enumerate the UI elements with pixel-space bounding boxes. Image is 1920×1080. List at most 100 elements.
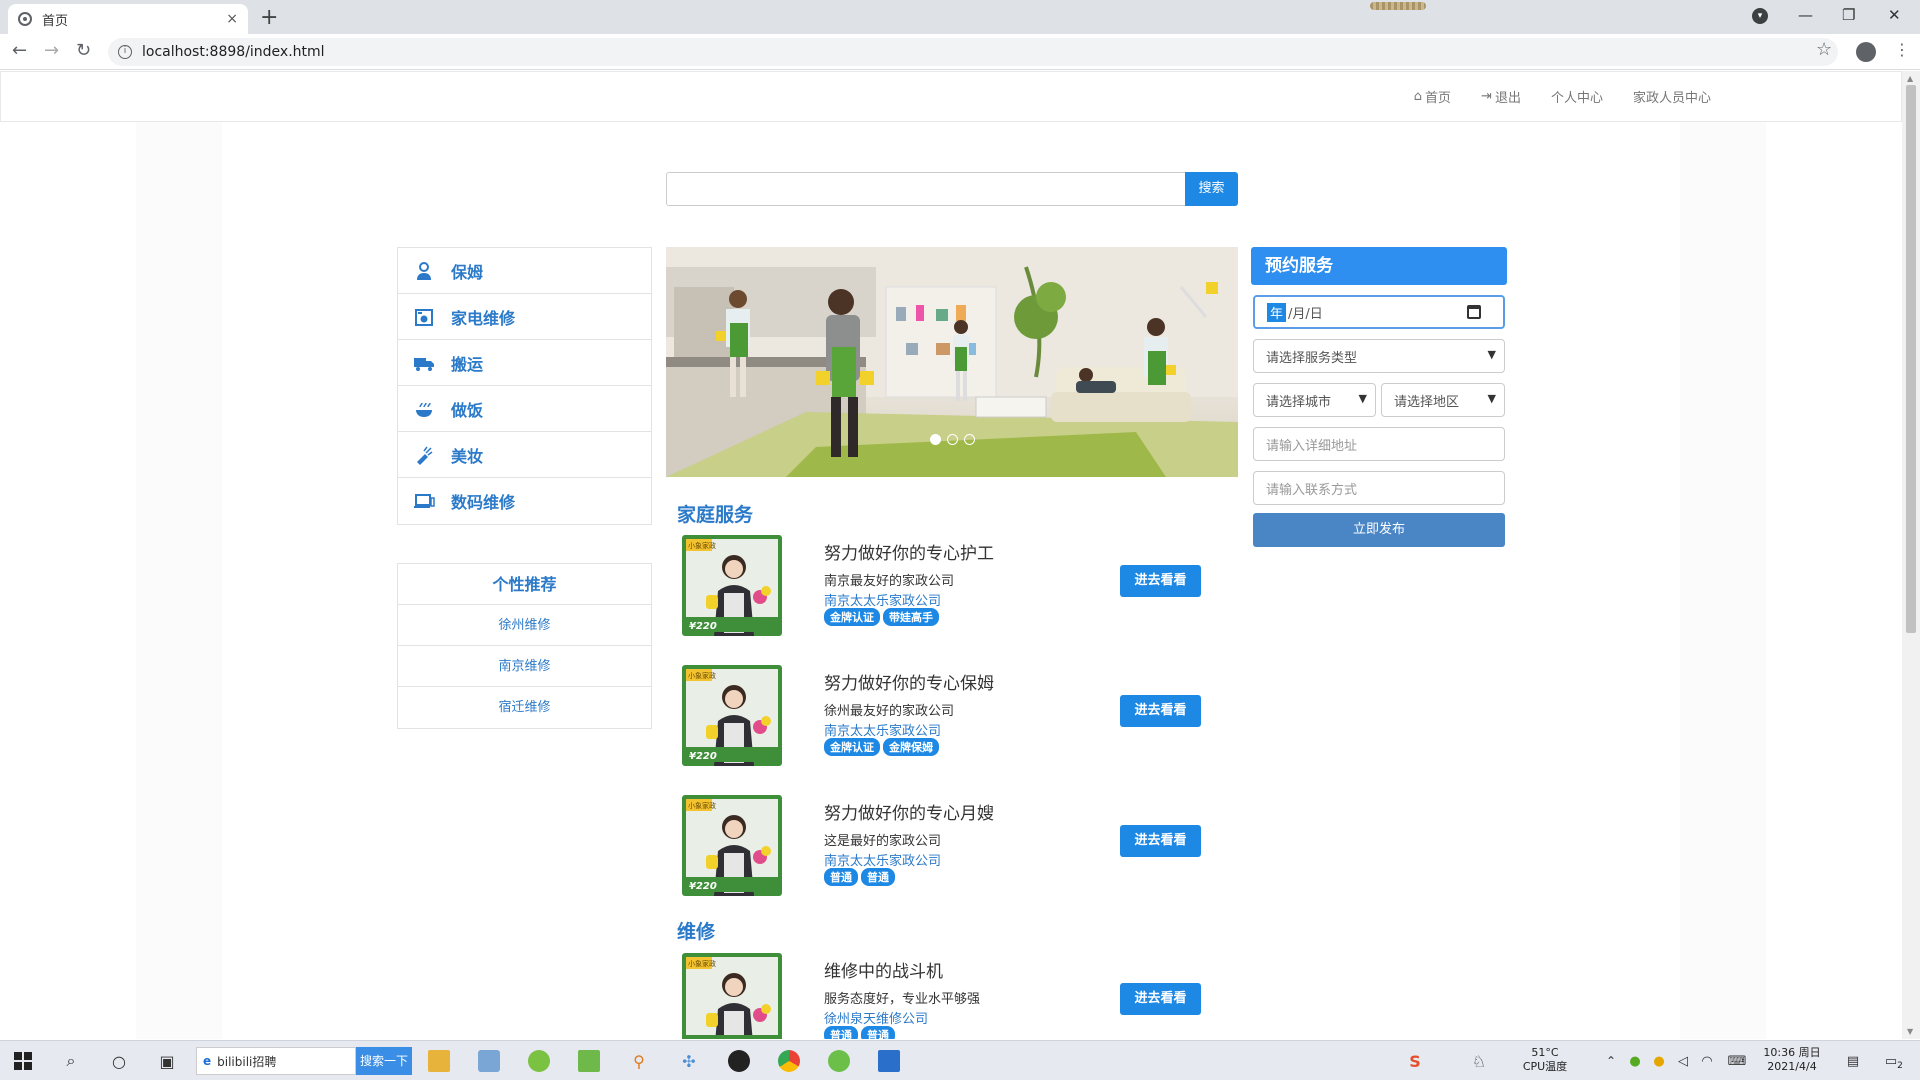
scrollbar-thumb[interactable] <box>1906 85 1916 633</box>
forward-button[interactable]: → <box>44 40 59 61</box>
recommend-item[interactable]: 徐州维修 <box>398 605 651 646</box>
reload-button[interactable]: ↻ <box>76 40 91 61</box>
category-item-appliance-repair[interactable]: 家电维修 <box>398 294 651 340</box>
area-value: 请选择地区 <box>1394 394 1460 410</box>
tray-expand-icon[interactable]: ⌃ <box>1600 1050 1622 1072</box>
view-details-button[interactable]: 进去看看 <box>1120 983 1201 1015</box>
user-activity-icon[interactable]: ♘ <box>1468 1050 1490 1072</box>
carousel-dot[interactable] <box>963 434 975 445</box>
file-explorer-icon[interactable] <box>428 1050 450 1072</box>
search-input[interactable] <box>666 172 1186 206</box>
category-item-makeup[interactable]: 美妆 <box>398 432 651 478</box>
taskbar-search-button[interactable]: 搜索一下 <box>356 1047 412 1075</box>
address-bar[interactable]: i localhost:8898/index.html <box>108 38 1838 66</box>
url-text[interactable]: localhost:8898/index.html <box>142 44 325 60</box>
card-tag: 普通 <box>861 868 895 886</box>
back-button[interactable]: ← <box>12 40 27 61</box>
category-item-nanny[interactable]: 保姆 <box>398 248 651 294</box>
city-select[interactable]: 请选择城市 ▼ <box>1253 383 1376 417</box>
tray-app-icon[interactable]: ● <box>1648 1050 1670 1072</box>
windows-start-icon[interactable] <box>12 1050 34 1072</box>
input-method-icon[interactable]: S <box>1404 1050 1426 1072</box>
thumb-price-text: ¥220 <box>689 751 717 762</box>
close-window-button[interactable]: ✕ <box>1888 6 1901 24</box>
chrome-icon[interactable] <box>778 1050 800 1072</box>
carousel-dot[interactable] <box>929 434 941 445</box>
tab-close-icon[interactable]: × <box>226 11 238 27</box>
cortana-icon[interactable]: ○ <box>108 1050 130 1072</box>
recommend-item[interactable]: 宿迁维修 <box>398 687 651 728</box>
nav-logout[interactable]: ⇥ 退出 <box>1481 87 1521 106</box>
thumb-badge-text: 小象家政 <box>688 801 716 810</box>
taskbar-app-icon[interactable]: ▤ <box>1842 1050 1864 1072</box>
magnifier-app-icon[interactable]: ⚲ <box>628 1050 650 1072</box>
network-icon[interactable]: ◠ <box>1696 1050 1718 1072</box>
carousel-dot[interactable] <box>946 434 958 445</box>
address-input[interactable]: 请输入详细地址 <box>1253 427 1505 461</box>
minimize-button[interactable]: — <box>1798 6 1813 24</box>
bookmark-star-icon[interactable]: ☆ <box>1816 39 1832 60</box>
profile-menu-icon[interactable]: ▾ <box>1752 8 1768 24</box>
site-info-icon[interactable]: i <box>118 45 132 59</box>
card-company[interactable]: 徐州泉天维修公司 <box>824 1008 928 1027</box>
page-scrollbar[interactable]: ▲ ▼ <box>1902 71 1920 1039</box>
banner-carousel[interactable] <box>666 247 1238 477</box>
video-app-icon[interactable] <box>878 1050 900 1072</box>
view-details-button[interactable]: 进去看看 <box>1120 565 1201 597</box>
card-title[interactable]: 努力做好你的专心护工 <box>824 539 994 564</box>
browser-menu-icon[interactable]: ⋮ <box>1894 40 1910 59</box>
tray-app-icon[interactable]: ● <box>1624 1050 1646 1072</box>
nav-personal-center[interactable]: 个人中心 <box>1551 87 1603 106</box>
card-title[interactable]: 努力做好你的专心月嫂 <box>824 799 994 824</box>
new-tab-button[interactable]: + <box>260 5 278 30</box>
card-title[interactable]: 维修中的战斗机 <box>824 957 943 982</box>
service-thumbnail[interactable]: 小象家政¥220 <box>682 953 782 1039</box>
service-thumbnail[interactable]: 小象家政¥220 <box>682 795 782 896</box>
app-icon[interactable] <box>478 1050 500 1072</box>
notepad-icon[interactable] <box>578 1050 600 1072</box>
category-item-moving[interactable]: 搬运 <box>398 340 651 386</box>
service-thumbnail[interactable]: 小象家政¥220 <box>682 535 782 636</box>
taskbar-search-text[interactable]: bilibili招聘 <box>217 1053 276 1070</box>
date-input[interactable]: 年 /月/日 <box>1253 295 1505 329</box>
search-button[interactable]: 搜索 <box>1185 172 1238 206</box>
service-thumbnail[interactable]: 小象家政¥220 <box>682 665 782 766</box>
date-year-segment[interactable]: 年 <box>1267 302 1287 322</box>
maximize-button[interactable]: ❐ <box>1842 6 1855 24</box>
browser-tab[interactable]: 首页 × <box>8 4 248 34</box>
category-item-digital-repair[interactable]: 数码维修 <box>398 478 651 524</box>
carousel-indicators <box>666 434 1238 445</box>
account-icon[interactable] <box>1856 42 1876 62</box>
volume-icon[interactable]: ◁ <box>1672 1050 1694 1072</box>
scroll-down-arrow-icon[interactable]: ▼ <box>1907 1027 1913 1036</box>
card-company[interactable]: 南京太太乐家政公司 <box>824 590 941 609</box>
browser-tabstrip: 首页 × + ▾ — ❐ ✕ <box>0 0 1920 34</box>
date-rest-segment[interactable]: /月/日 <box>1288 303 1323 322</box>
nav-home[interactable]: ⌂ 首页 <box>1414 87 1451 106</box>
card-company[interactable]: 南京太太乐家政公司 <box>824 720 941 739</box>
category-item-cooking[interactable]: 做饭 <box>398 386 651 432</box>
area-select[interactable]: 请选择地区 ▼ <box>1381 383 1505 417</box>
view-details-button[interactable]: 进去看看 <box>1120 695 1201 727</box>
scroll-up-arrow-icon[interactable]: ▲ <box>1907 74 1913 83</box>
app-icon[interactable] <box>828 1050 850 1072</box>
app-icon[interactable]: ✣ <box>678 1050 700 1072</box>
task-view-icon[interactable]: ▣ <box>156 1050 178 1072</box>
keyboard-icon[interactable]: ⌨ <box>1726 1050 1748 1072</box>
card-title[interactable]: 努力做好你的专心保姆 <box>824 669 994 694</box>
system-clock[interactable]: 10:36 周日 2021/4/4 <box>1752 1046 1832 1074</box>
nav-staff-center[interactable]: 家政人员中心 <box>1633 87 1711 106</box>
search-icon[interactable]: ⌕ <box>60 1050 82 1072</box>
calendar-icon[interactable] <box>1467 305 1481 319</box>
recommend-item[interactable]: 南京维修 <box>398 646 651 687</box>
contact-input[interactable]: 请输入联系方式 <box>1253 471 1505 505</box>
taskbar-search-box[interactable]: e bilibili招聘 <box>196 1047 356 1075</box>
app-icon[interactable] <box>528 1050 550 1072</box>
category-list: 保姆 家电维修 搬运 做饭 美妆 数码维修 <box>397 247 652 525</box>
card-company[interactable]: 南京太太乐家政公司 <box>824 850 941 869</box>
drag-handle[interactable] <box>1370 2 1426 10</box>
view-details-button[interactable]: 进去看看 <box>1120 825 1201 857</box>
service-type-select[interactable]: 请选择服务类型 ▼ <box>1253 339 1505 373</box>
qq-icon[interactable] <box>728 1050 750 1072</box>
publish-button[interactable]: 立即发布 <box>1253 513 1505 547</box>
